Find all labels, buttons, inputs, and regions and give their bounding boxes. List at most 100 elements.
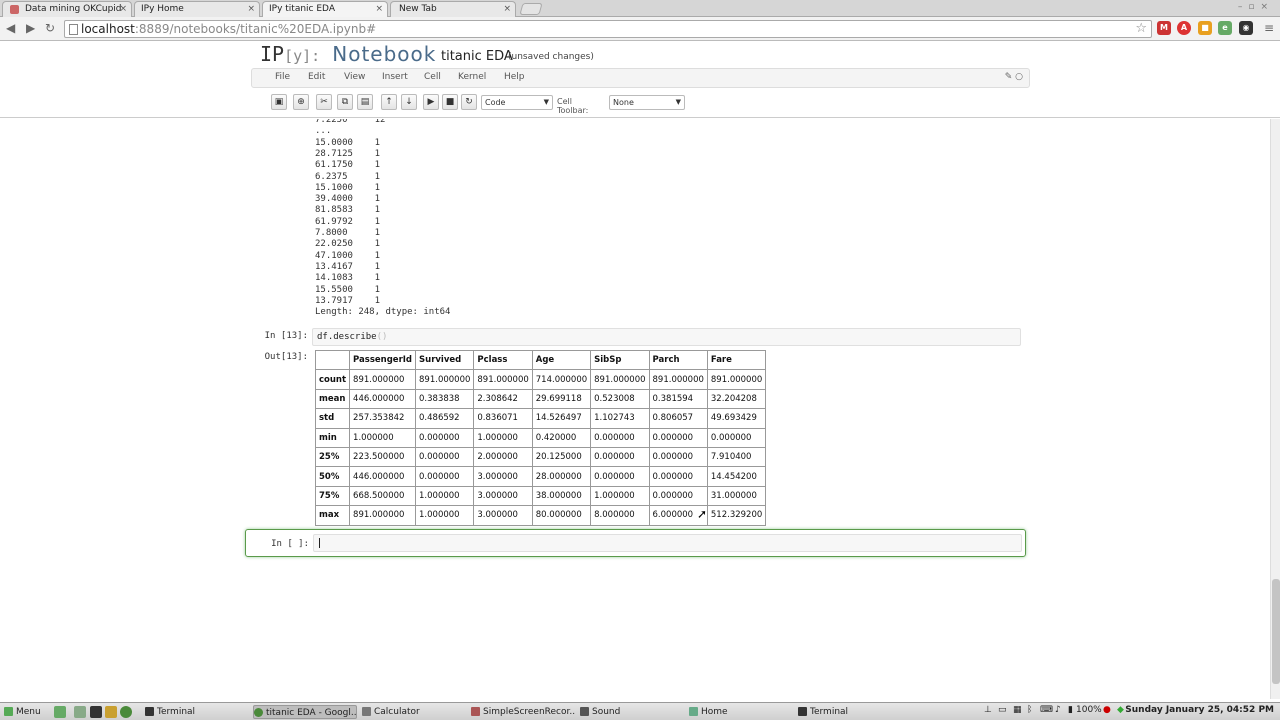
tray-sound-icon[interactable]: ♪ bbox=[1055, 705, 1061, 715]
table-cell: 0.806057 bbox=[648, 408, 708, 429]
chrome-launcher-icon[interactable] bbox=[120, 706, 132, 718]
scrollbar-thumb[interactable] bbox=[1272, 579, 1280, 684]
menu-help[interactable]: Help bbox=[504, 72, 525, 82]
gmail-extension-icon[interactable]: M bbox=[1157, 21, 1171, 35]
restart-kernel-icon[interactable]: ↻ bbox=[461, 94, 477, 110]
chrome-icon bbox=[254, 708, 263, 717]
terminal-launcher-icon[interactable] bbox=[90, 706, 102, 718]
bookmark-star-icon[interactable]: ☆ bbox=[1135, 21, 1147, 37]
bookmark-extension-icon[interactable]: ■ bbox=[1198, 21, 1212, 35]
window-controls[interactable]: –▫× bbox=[1238, 2, 1274, 12]
table-cell: 1.000000 bbox=[349, 427, 417, 448]
close-icon[interactable]: × bbox=[375, 2, 383, 16]
table-cell: 446.000000 bbox=[349, 388, 417, 410]
taskbar-calculator[interactable]: Calculator bbox=[362, 705, 466, 719]
close-icon[interactable]: × bbox=[503, 2, 511, 16]
output-line: Length: 248, dtype: int64 bbox=[315, 307, 451, 318]
start-menu-button[interactable]: Menu bbox=[4, 705, 41, 719]
table-cell: 8.000000 bbox=[590, 505, 650, 526]
taskbar-chrome[interactable]: titanic EDA - Googl... bbox=[253, 705, 357, 719]
tab-label: IPy Home bbox=[141, 4, 184, 14]
table-cell: 512.329200 bbox=[706, 505, 767, 526]
evernote-extension-icon[interactable]: e bbox=[1218, 21, 1232, 35]
adblock-extension-icon[interactable]: A bbox=[1177, 21, 1191, 35]
tray-network-icon[interactable]: ⊥ bbox=[984, 705, 992, 715]
menu-kernel[interactable]: Kernel bbox=[458, 72, 486, 82]
insert-cell-icon[interactable]: ⊕ bbox=[293, 94, 309, 110]
cell-type-select[interactable]: Code ▼ bbox=[481, 95, 553, 110]
taskbar-screen-recorder[interactable]: SimpleScreenRecor... bbox=[471, 705, 575, 719]
forward-arrow-icon[interactable]: ▶ bbox=[26, 21, 35, 35]
output-line: ... bbox=[315, 126, 332, 137]
menu-cell[interactable]: Cell bbox=[424, 72, 441, 82]
browser-tab-okcupid[interactable]: Data mining OKCupid × bbox=[2, 1, 132, 17]
cell-toolbar-select[interactable]: None ▼ bbox=[609, 95, 685, 110]
address-bar[interactable]: localhost:8889/notebooks/titanic%20EDA.i… bbox=[64, 20, 1152, 38]
browser-tab-new-tab[interactable]: New Tab × bbox=[390, 1, 516, 17]
menu-edit[interactable]: Edit bbox=[308, 72, 325, 82]
page-icon bbox=[10, 5, 19, 14]
interrupt-kernel-icon[interactable]: ■ bbox=[442, 94, 458, 110]
notebook-title[interactable]: titanic EDA bbox=[441, 49, 513, 64]
tray-bluetooth-icon[interactable]: ᛒ bbox=[1027, 705, 1032, 715]
start-menu-label: Menu bbox=[16, 707, 41, 717]
menu-view[interactable]: View bbox=[344, 72, 365, 82]
table-cell: 14.454200 bbox=[706, 466, 767, 487]
kernel-status-icons: ✎ ○ bbox=[1004, 72, 1023, 82]
cell-type-value: Code bbox=[485, 98, 506, 107]
tray-update-icon[interactable]: ▭ bbox=[998, 705, 1007, 715]
save-status: (unsaved changes) bbox=[508, 52, 594, 62]
table-cell: 0.000000 bbox=[415, 446, 475, 468]
new-tab-button[interactable] bbox=[519, 3, 543, 15]
table-cell: 32.204208 bbox=[706, 388, 767, 410]
tray-keyboard-icon[interactable]: ⌨ bbox=[1040, 705, 1053, 715]
move-up-icon[interactable]: ↑ bbox=[381, 94, 397, 110]
table-cell: 0.381594 bbox=[648, 388, 708, 410]
menu-hamburger-icon[interactable]: ≡ bbox=[1264, 21, 1274, 35]
back-arrow-icon[interactable]: ◀ bbox=[6, 21, 15, 35]
run-cell-icon[interactable]: ▶ bbox=[423, 94, 439, 110]
reload-icon[interactable]: ↻ bbox=[45, 21, 55, 35]
menu-file[interactable]: File bbox=[275, 72, 290, 82]
table-cell: 891.000000 bbox=[648, 369, 708, 390]
tray-display-icon[interactable]: ▦ bbox=[1013, 705, 1022, 715]
close-icon[interactable]: × bbox=[247, 2, 255, 16]
browser-tab-ipy-home[interactable]: IPy Home × bbox=[134, 1, 260, 17]
copy-icon[interactable]: ⧉ bbox=[337, 94, 353, 110]
table-cell: 0.836071 bbox=[473, 408, 533, 429]
taskbar-terminal-2[interactable]: Terminal bbox=[798, 705, 902, 719]
taskbar-home[interactable]: Home bbox=[689, 705, 793, 719]
paste-icon[interactable]: ▤ bbox=[357, 94, 373, 110]
table-cell: 31.000000 bbox=[706, 485, 767, 507]
code-input-empty[interactable] bbox=[313, 534, 1022, 552]
code-input-13[interactable]: df.describe() bbox=[312, 328, 1021, 346]
active-code-cell[interactable]: In [ ]: bbox=[245, 529, 1026, 557]
settings-icon[interactable] bbox=[74, 706, 86, 718]
incognito-extension-icon[interactable]: ◉ bbox=[1239, 21, 1253, 35]
cut-icon[interactable]: ✂ bbox=[316, 94, 332, 110]
column-header: Survived bbox=[415, 349, 475, 371]
taskbar-sound[interactable]: Sound bbox=[580, 705, 684, 719]
save-icon[interactable]: ▣ bbox=[271, 94, 287, 110]
tray-record-icon[interactable]: ● bbox=[1103, 705, 1111, 715]
ipython-logo[interactable]: IP[y]: Notebook bbox=[260, 42, 436, 66]
move-down-icon[interactable]: ↓ bbox=[401, 94, 417, 110]
table-cell: 0.383838 bbox=[415, 388, 475, 410]
files-launcher-icon[interactable] bbox=[105, 706, 117, 718]
show-desktop-icon[interactable] bbox=[54, 706, 66, 718]
close-icon[interactable]: × bbox=[119, 2, 127, 16]
table-cell: 1.000000 bbox=[415, 505, 475, 526]
table-cell: 3.000000 bbox=[473, 485, 533, 507]
menu-insert[interactable]: Insert bbox=[382, 72, 408, 82]
table-cell: 0.523008 bbox=[590, 388, 650, 410]
clock[interactable]: Sunday January 25, 04:52 PM bbox=[1125, 705, 1274, 715]
browser-tab-titanic-eda[interactable]: IPy titanic EDA × bbox=[262, 1, 388, 17]
row-label: min bbox=[314, 427, 351, 448]
output-line: 81.8583 1 bbox=[315, 205, 381, 216]
page-scrollbar[interactable] bbox=[1270, 119, 1280, 699]
table-body: count 891.000000 891.000000 891.000000 714.0… bbox=[314, 369, 767, 526]
logo-ip: IP bbox=[260, 42, 285, 66]
tray-battery-icon[interactable]: ▮ bbox=[1068, 705, 1073, 715]
tray-shield-icon[interactable]: ◆ bbox=[1117, 705, 1124, 715]
taskbar-terminal-1[interactable]: Terminal bbox=[145, 705, 249, 719]
